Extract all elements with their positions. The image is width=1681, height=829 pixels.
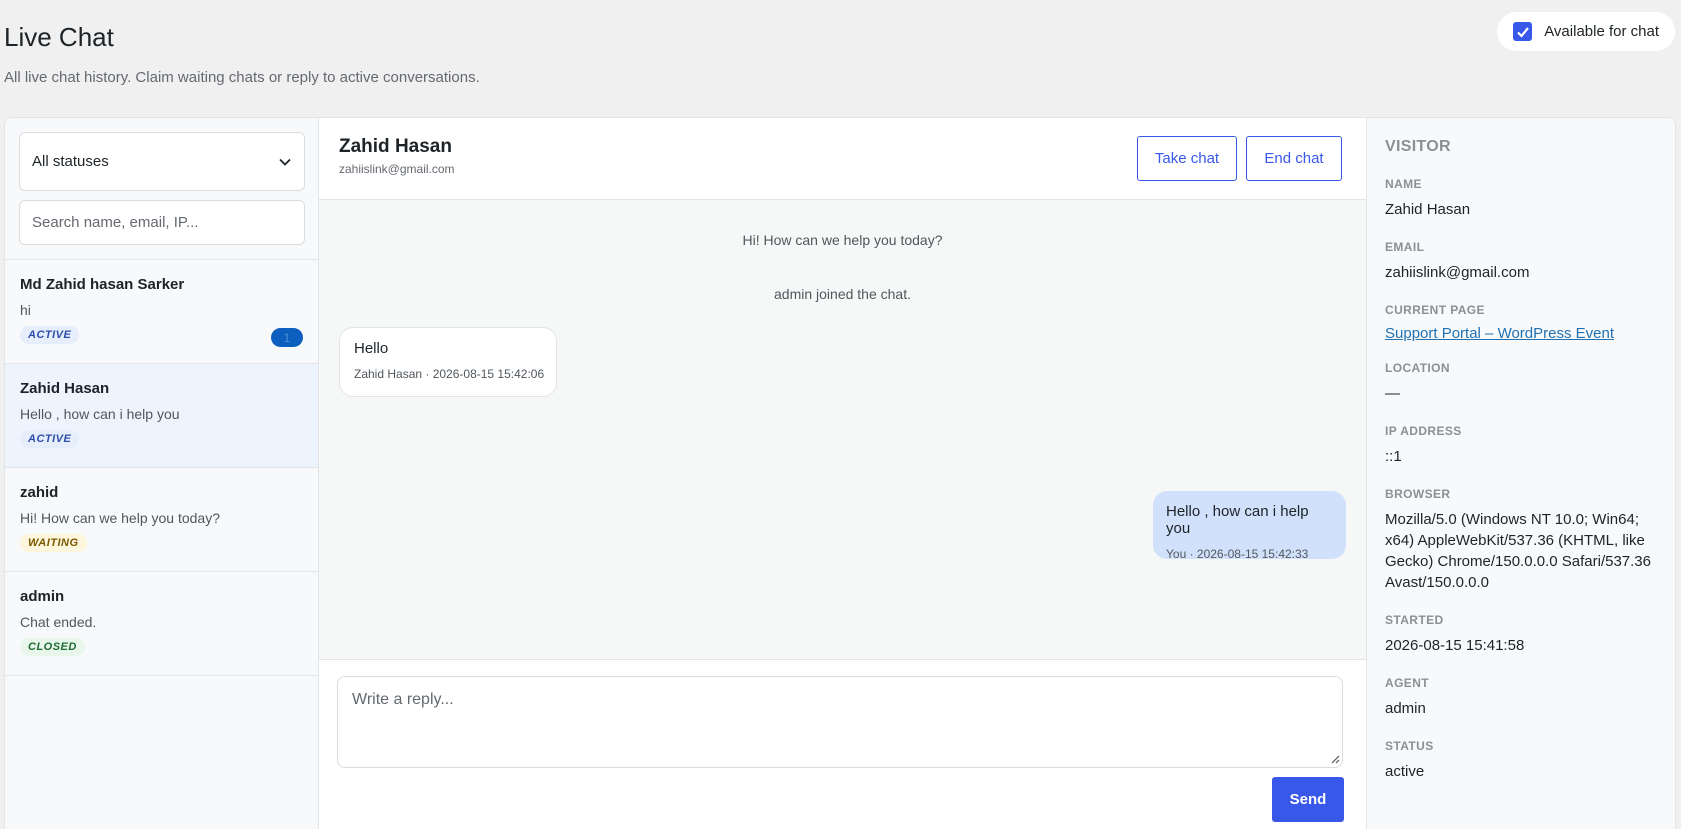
availability-toggle[interactable]: Available for chat <box>1497 12 1675 51</box>
unread-count-badge: 1 <box>271 328 303 347</box>
field-label: STATUS <box>1385 739 1434 753</box>
availability-label: Available for chat <box>1544 23 1659 40</box>
visitor-name-field: NAME Zahid Hasan <box>1385 177 1659 220</box>
visitor-ip: ::1 <box>1385 448 1402 465</box>
chat-main: Zahid Hasan zahiislink@gmail.com Take ch… <box>319 118 1366 829</box>
visitor-panel: VISITOR NAME Zahid Hasan EMAIL zahiislin… <box>1366 118 1675 829</box>
visitor-name: Zahid Hasan <box>1385 201 1471 218</box>
visitor-agent: admin <box>1385 700 1426 717</box>
resize-grip-icon[interactable] <box>1331 755 1340 764</box>
field-label: CURRENT PAGE <box>1385 303 1485 317</box>
conversation-snippet: Hi! How can we help you today? <box>20 510 220 526</box>
visitor-page-field: CURRENT PAGE Support Portal – WordPress … <box>1385 303 1659 343</box>
status-badge: CLOSED <box>20 638 85 656</box>
visitor-location-field: LOCATION — <box>1385 361 1659 404</box>
chat-panel: All statuses Md Zahid hasan Sarker hi AC… <box>4 117 1676 829</box>
conversation-item[interactable]: Zahid Hasan Hello , how can i help you A… <box>5 364 318 468</box>
field-label: LOCATION <box>1385 361 1450 375</box>
conversation-name: zahid <box>20 484 59 501</box>
system-message: Hi! How can we help you today? <box>742 232 943 248</box>
conversation-sidebar: All statuses Md Zahid hasan Sarker hi AC… <box>5 118 319 829</box>
conversation-item[interactable]: Md Zahid hasan Sarker hi ACTIVE 1 <box>5 260 318 364</box>
availability-checkbox[interactable] <box>1513 22 1533 41</box>
end-chat-button[interactable]: End chat <box>1246 136 1342 181</box>
visitor-started: 2026-08-15 15:41:58 <box>1385 637 1525 654</box>
conversation-snippet: hi <box>20 302 31 318</box>
message-text: Hello <box>354 340 389 357</box>
conversation-item[interactable]: admin Chat ended. CLOSED <box>5 572 318 676</box>
message-meta: You · 2026-08-15 15:42:33 <box>1166 547 1309 561</box>
field-label: AGENT <box>1385 676 1429 690</box>
page-subtitle: All live chat history. Claim waiting cha… <box>4 69 480 86</box>
visitor-heading: VISITOR <box>1385 138 1451 155</box>
conversation-snippet: Chat ended. <box>20 614 97 630</box>
visitor-ip-field: IP ADDRESS ::1 <box>1385 424 1659 467</box>
message-thread: Hi! How can we help you today? admin joi… <box>319 200 1366 660</box>
field-label: EMAIL <box>1385 240 1425 254</box>
field-label: NAME <box>1385 177 1422 191</box>
conversation-list: Md Zahid hasan Sarker hi ACTIVE 1 Zahid … <box>5 259 318 676</box>
conversation-name: admin <box>20 588 65 605</box>
chevron-down-icon <box>279 158 291 166</box>
status-filter-value: All statuses <box>32 153 109 170</box>
message-text: Hello , how can i help you <box>1166 503 1309 537</box>
checkmark-icon <box>1516 26 1529 38</box>
field-label: BROWSER <box>1385 487 1451 501</box>
conversation-name: Zahid Hasan <box>20 380 110 397</box>
visitor-status-field: STATUS active <box>1385 739 1659 782</box>
incoming-message: Hello Zahid Hasan · 2026-08-15 15:42:06 <box>339 327 557 397</box>
system-message: admin joined the chat. <box>774 286 911 302</box>
current-page-link[interactable]: Support Portal – WordPress Event <box>1385 325 1614 342</box>
visitor-location: — <box>1385 385 1400 402</box>
reply-textarea[interactable] <box>337 676 1343 768</box>
visitor-status: active <box>1385 763 1425 780</box>
conversation-search-input[interactable] <box>19 200 305 245</box>
visitor-browser-field: BROWSER Mozilla/5.0 (Windows NT 10.0; Wi… <box>1385 487 1659 593</box>
chat-header: Zahid Hasan zahiislink@gmail.com Take ch… <box>319 118 1366 200</box>
field-label: IP ADDRESS <box>1385 424 1462 438</box>
visitor-email-field: EMAIL zahiislink@gmail.com <box>1385 240 1659 283</box>
chat-visitor-name: Zahid Hasan <box>339 136 452 157</box>
status-filter-select[interactable]: All statuses <box>19 132 305 191</box>
conversation-snippet: Hello , how can i help you <box>20 406 180 422</box>
take-chat-button[interactable]: Take chat <box>1137 136 1237 181</box>
field-label: STARTED <box>1385 613 1444 627</box>
page-header: Live Chat <box>4 22 114 53</box>
conversation-name: Md Zahid hasan Sarker <box>20 276 185 293</box>
message-meta: Zahid Hasan · 2026-08-15 15:42:06 <box>354 367 545 381</box>
page-title: Live Chat <box>4 22 114 52</box>
status-badge: ACTIVE <box>20 326 80 344</box>
send-button[interactable]: Send <box>1272 777 1344 822</box>
conversation-item[interactable]: zahid Hi! How can we help you today? WAI… <box>5 468 318 572</box>
status-badge: WAITING <box>20 534 87 552</box>
visitor-started-field: STARTED 2026-08-15 15:41:58 <box>1385 613 1659 656</box>
visitor-email: zahiislink@gmail.com <box>1385 264 1530 281</box>
chat-visitor-email: zahiislink@gmail.com <box>339 162 455 176</box>
outgoing-message: Hello , how can i help you You · 2026-08… <box>1153 491 1346 561</box>
status-badge: ACTIVE <box>20 430 80 448</box>
visitor-agent-field: AGENT admin <box>1385 676 1659 719</box>
visitor-browser: Mozilla/5.0 (Windows NT 10.0; Win64; x64… <box>1385 511 1651 591</box>
